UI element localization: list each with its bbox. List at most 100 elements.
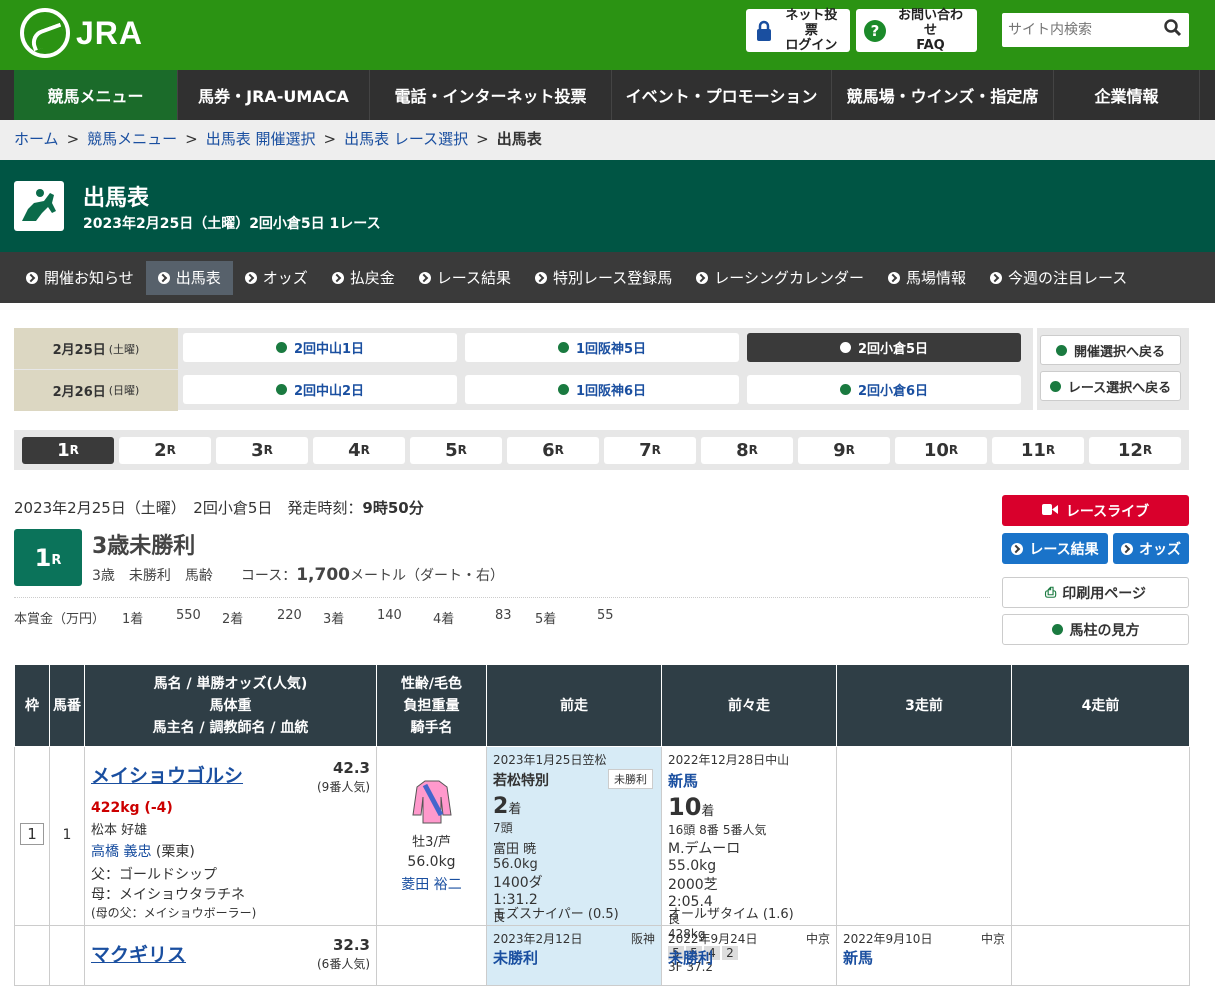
breadcrumb-meeting-select[interactable]: 出馬表 開催選択: [206, 128, 316, 149]
gnav-keiba-menu[interactable]: 競馬メニュー: [14, 70, 178, 120]
subnav-payout[interactable]: 払戻金: [320, 261, 407, 295]
race-tab-10[interactable]: 10 R: [895, 436, 987, 464]
meeting-button-selected[interactable]: 2回小倉5日: [747, 333, 1021, 362]
subnav-track[interactable]: 馬場情報: [876, 261, 978, 295]
meeting-button[interactable]: 1回阪神6日: [465, 375, 739, 404]
table-header: 枠 馬番 馬名 / 単勝オッズ(人気) 馬体重 馬主名 / 調教師名 / 血統 性齢…: [14, 664, 1190, 747]
trainer-link[interactable]: 高橋 義忠: [91, 844, 151, 860]
chevron-right-icon: [418, 271, 431, 284]
meeting-selector: 2月25日 (土曜) 2月26日 (日曜) 2回中山1日 1回阪神5日 2回小倉5日…: [14, 328, 1189, 411]
page-title-bar: 出馬表 2023年2月25日（土曜）2回小倉5日 1レース: [0, 160, 1215, 252]
race-tab-6[interactable]: 6R: [507, 436, 599, 464]
prev-race-link[interactable]: 新馬: [668, 772, 698, 790]
subnav-results[interactable]: レース結果: [407, 261, 523, 295]
race-tab-7[interactable]: 7R: [604, 436, 696, 464]
svg-text:?: ?: [871, 22, 880, 40]
lock-icon: [754, 20, 775, 42]
race-name: 3歳未勝利: [92, 534, 196, 559]
chevron-right-icon: [275, 384, 287, 395]
chevron-right-icon: [990, 271, 1002, 284]
jockey-silks-icon: [407, 780, 457, 829]
chevron-right-icon: [1051, 624, 1063, 635]
subnav-entries[interactable]: 出馬表: [145, 260, 233, 295]
sub-nav: 開催お知らせ 出馬表 オッズ 払戻金 レース結果 特別レース登録馬 レーシングカ…: [0, 252, 1215, 303]
back-to-meeting-button[interactable]: 開催選択へ戻る: [1040, 335, 1181, 365]
race-info: 2023年2月25日（土曜） 2回小倉5日 発走時刻：9時50分: [14, 499, 424, 517]
race-tab-2[interactable]: 2R: [119, 436, 211, 464]
gnav-corporate[interactable]: 企業情報: [1054, 70, 1200, 120]
chevron-up-icon: [1049, 380, 1061, 392]
back-to-race-button[interactable]: レース選択へ戻る: [1040, 371, 1181, 401]
meeting-button[interactable]: 2回中山2日: [183, 375, 457, 404]
global-nav: 競馬メニュー 馬券・JRA-UMACA 電話・インターネット投票 イベント・プロ…: [0, 70, 1215, 120]
jra-logo[interactable]: JRA: [20, 8, 143, 58]
chevron-right-icon: [244, 271, 257, 284]
meeting-button[interactable]: 1回阪神5日: [465, 333, 739, 362]
race-tab-1[interactable]: 1R: [22, 436, 114, 464]
odds-button[interactable]: オッズ: [1113, 533, 1189, 564]
chevron-up-icon: [1055, 344, 1067, 356]
race-number-badge: 1R: [14, 529, 82, 586]
meeting-button[interactable]: 2回小倉6日: [747, 375, 1021, 404]
horse-jockey-icon: [14, 181, 64, 231]
jockey-link[interactable]: 菱田 裕二: [377, 874, 486, 894]
question-icon: ?: [864, 19, 886, 42]
race-tab-5[interactable]: 5R: [410, 436, 502, 464]
gnav-vote[interactable]: 電話・インターネット投票: [370, 70, 612, 120]
subnav-notice[interactable]: 開催お知らせ: [14, 261, 146, 295]
breadcrumb-keiba-menu[interactable]: 競馬メニュー: [87, 128, 177, 149]
race-number-tabs: 1R 2R 3R 4R 5R 6R 7R 8R 9R 10 R 11 R 12 R: [14, 430, 1189, 470]
chevron-right-icon: [839, 384, 851, 395]
race-conditions: 3歳 未勝利 馬齢 コース：1,700メートル（ダート・右）: [92, 565, 504, 585]
entries-table: 枠 馬番 馬名 / 単勝オッズ(人気) 馬体重 馬主名 / 調教師名 / 血統 性齢…: [14, 664, 1190, 986]
faq-button[interactable]: ? お問い合わせ FAQ: [856, 8, 977, 53]
gnav-baken[interactable]: 馬券・JRA-UMACA: [178, 70, 370, 120]
race-live-button[interactable]: レースライブ: [1002, 495, 1189, 526]
page-subtitle: 2023年2月25日（土曜）2回小倉5日 1レース: [83, 216, 381, 232]
chevron-right-icon: [26, 271, 38, 284]
race-tab-9[interactable]: 9R: [798, 436, 890, 464]
chevron-right-icon: [1011, 542, 1024, 555]
horse-name-link[interactable]: マクギリス: [91, 944, 186, 966]
chevron-right-icon: [275, 342, 287, 353]
subnav-special[interactable]: 特別レース登録馬: [523, 261, 684, 295]
race-tab-3[interactable]: 3R: [216, 436, 308, 464]
guide-button[interactable]: 馬柱の見方: [1002, 614, 1189, 645]
meeting-button[interactable]: 2回中山1日: [183, 333, 457, 362]
table-row: 1 1 メイショウゴルシ 42.3 (9番人気) 422kg (-4) 松本 好…: [14, 746, 1190, 974]
race-tab-12[interactable]: 12 R: [1089, 436, 1181, 464]
race-result-button[interactable]: レース結果: [1002, 533, 1108, 564]
video-icon: [1041, 503, 1058, 519]
prize-money: 本賞金（万円） 1着 550 2着 220 3着 140 4着 83 5着 55: [14, 608, 614, 627]
breadcrumb-home[interactable]: ホーム: [14, 128, 59, 149]
subnav-featured[interactable]: 今週の注目レース: [978, 261, 1139, 295]
chevron-right-icon: [557, 342, 569, 353]
chevron-right-icon: [157, 271, 170, 284]
race-tab-11[interactable]: 11 R: [992, 436, 1084, 464]
print-icon: ⎙: [1045, 584, 1057, 601]
breadcrumb-race-select[interactable]: 出馬表 レース選択: [344, 128, 468, 149]
chevron-right-icon: [557, 384, 569, 395]
chevron-right-icon: [535, 271, 548, 284]
chevron-down-icon: [839, 342, 851, 353]
site-search: [1002, 13, 1189, 47]
chevron-right-icon: [331, 271, 344, 284]
gnav-event[interactable]: イベント・プロモーション: [612, 70, 832, 120]
page-title: 出馬表: [83, 186, 150, 211]
race-tab-4[interactable]: 4R: [313, 436, 405, 464]
chevron-right-icon: [1121, 542, 1133, 555]
jra-logo-icon: [20, 8, 70, 58]
print-button[interactable]: ⎙ 印刷用ページ: [1002, 577, 1189, 608]
search-icon[interactable]: [1164, 19, 1182, 41]
horse-name-link[interactable]: メイショウゴルシ: [91, 765, 243, 787]
breadcrumb-current: 出馬表: [496, 130, 542, 148]
subnav-odds[interactable]: オッズ: [233, 261, 320, 295]
gnav-course[interactable]: 競馬場・ウインズ・指定席: [832, 70, 1054, 120]
waku-badge: 1: [20, 823, 44, 845]
login-button[interactable]: ネット投票 ログイン: [746, 8, 850, 53]
chevron-right-icon: [696, 271, 709, 284]
subnav-calendar[interactable]: レーシングカレンダー: [684, 261, 876, 295]
search-input[interactable]: [1002, 15, 1152, 45]
breadcrumb: ホーム > 競馬メニュー > 出馬表 開催選択 > 出馬表 レース選択 > 出馬表: [14, 128, 542, 149]
race-tab-8[interactable]: 8R: [701, 436, 793, 464]
